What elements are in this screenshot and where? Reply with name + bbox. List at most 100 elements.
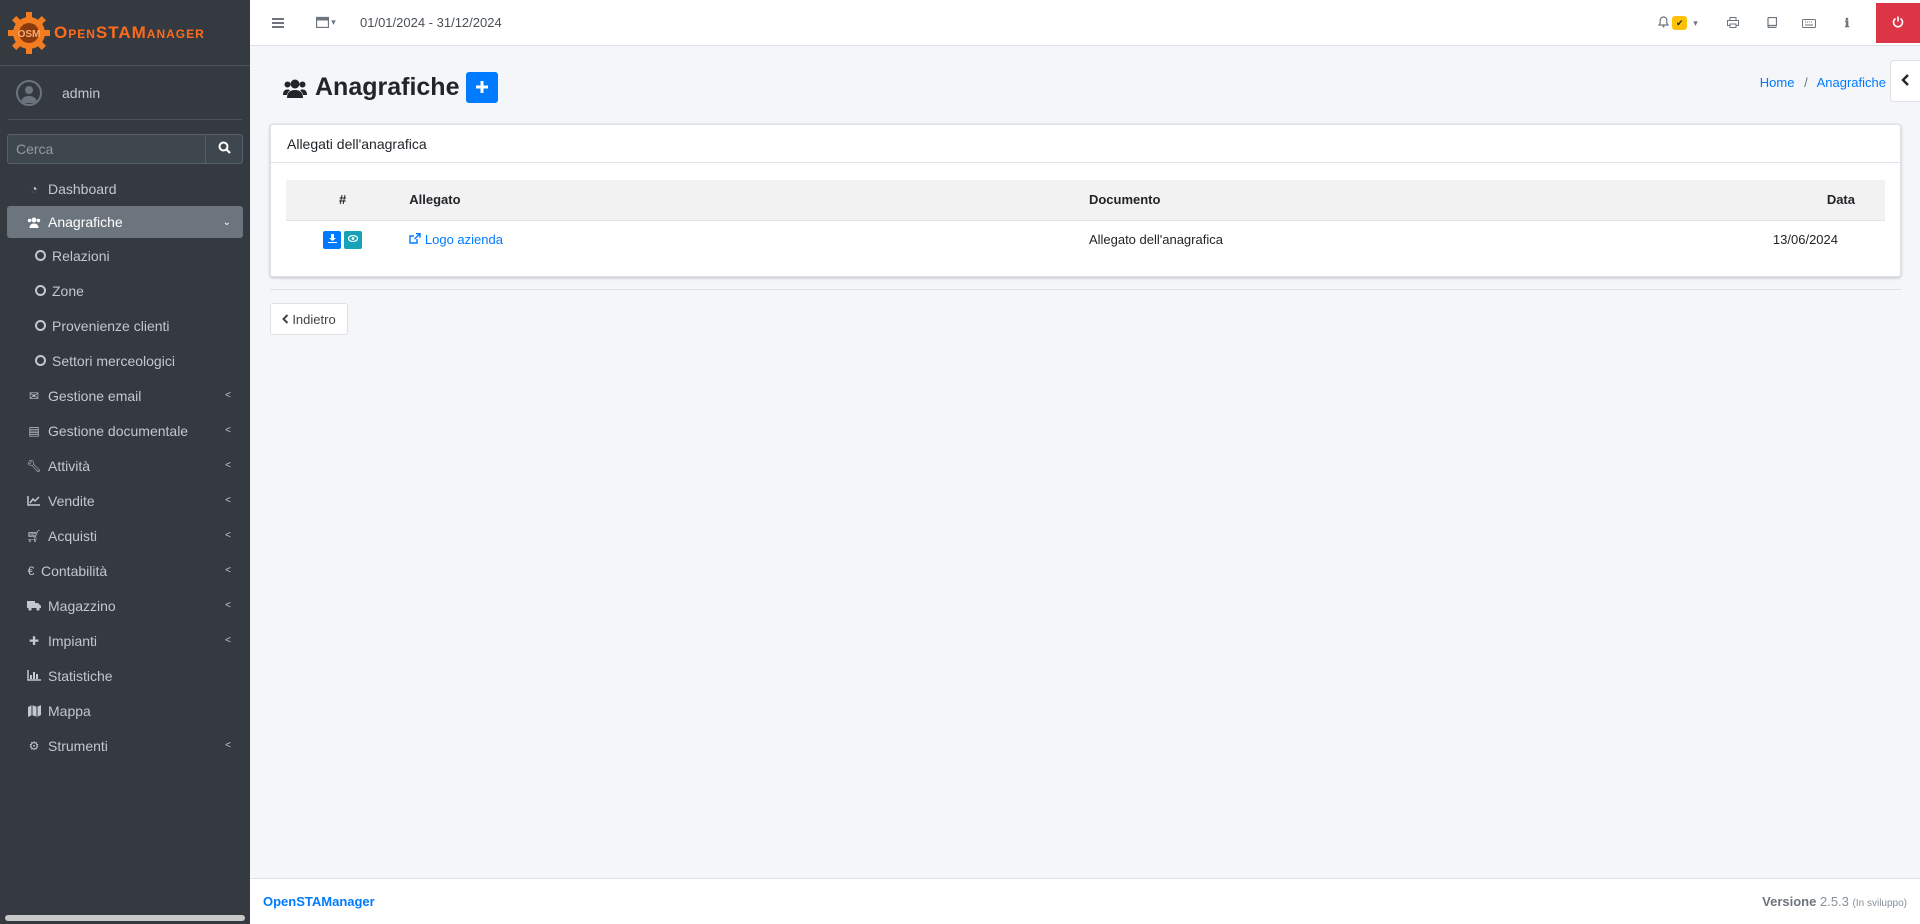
period-calendar-button[interactable]: ▾ <box>312 0 340 46</box>
shortcuts-button[interactable] <box>1790 0 1828 46</box>
card-title: Allegati dell'anagrafica <box>271 125 1900 163</box>
sidebar-item-settori-merceologici[interactable]: Settori merceologici <box>7 343 243 378</box>
circle-icon <box>35 355 46 366</box>
chevron-left-icon: < <box>225 635 231 646</box>
chevron-down-icon: ⌄ <box>222 216 231 228</box>
sidebar-item-vendite[interactable]: Vendite < <box>7 483 243 518</box>
column-header-allegato: Allegato <box>399 180 1079 221</box>
user-name: admin <box>62 84 101 101</box>
sidebar-item-gestione-email[interactable]: ✉ Gestione email < <box>7 378 243 413</box>
sidebar-item-magazzino[interactable]: Magazzino < <box>7 588 243 623</box>
map-icon <box>27 704 41 717</box>
chevron-left-icon: < <box>225 600 231 611</box>
sidebar: OSM OpenSTAManager admin ◔Dashboard Anag… <box>0 0 250 924</box>
footer-brand-link[interactable]: OpenSTAManager <box>263 894 375 909</box>
guide-button[interactable] <box>1752 0 1790 46</box>
row-allegato: Logo azienda <box>399 220 1079 259</box>
breadcrumb-separator: / <box>1804 75 1808 90</box>
sidebar-item-contabilita[interactable]: € Contabilità < <box>7 553 243 588</box>
attachments-card: Allegati dell'anagrafica # Allegato Docu… <box>270 124 1901 277</box>
row-documento: Allegato dell'anagrafica <box>1088 232 1223 248</box>
circle-icon <box>35 320 46 331</box>
sidebar-scrollbar[interactable] <box>5 915 245 921</box>
preview-button[interactable] <box>344 230 363 249</box>
divider <box>270 289 1901 290</box>
chevron-left-icon: < <box>225 530 231 541</box>
breadcrumb: Home / Anagrafiche <box>1760 75 1886 90</box>
gear-logo-icon: OSM <box>6 10 52 56</box>
breadcrumb-current[interactable]: Anagrafiche <box>1817 75 1886 90</box>
circle-icon <box>35 250 46 261</box>
chevron-left-icon <box>1901 73 1910 89</box>
version-note: (In sviluppo) <box>1852 898 1907 909</box>
attachment-link[interactable]: Logo azienda <box>409 232 503 247</box>
attachments-table: # Allegato Documento Data Logo azienda A… <box>286 180 1885 259</box>
puzzle-icon: ✚ <box>28 633 40 648</box>
plus-icon <box>476 76 489 99</box>
search-button[interactable] <box>206 134 243 164</box>
logout-button[interactable] <box>1876 3 1920 43</box>
external-link-icon <box>409 232 425 247</box>
column-header-index: # <box>286 180 400 221</box>
dashboard-icon: ◔ <box>30 181 38 196</box>
brand[interactable]: OSM OpenSTAManager <box>0 0 250 66</box>
chevron-left-icon: < <box>225 495 231 506</box>
period-range[interactable]: 01/01/2024 - 31/12/2024 <box>360 15 502 30</box>
bar-chart-icon <box>27 670 41 681</box>
sidebar-item-zone[interactable]: Zone <box>7 273 243 308</box>
topbar-actions: ✔ ▾ ℹ <box>1652 0 1920 46</box>
search-icon <box>218 141 231 157</box>
check-badge-icon: ✔ <box>1672 16 1688 30</box>
control-sidebar-toggle[interactable] <box>1890 60 1920 102</box>
sidebar-item-attivita[interactable]: 🔧︎ Attività < <box>7 448 243 483</box>
info-button[interactable]: ℹ <box>1828 0 1866 46</box>
sidebar-item-acquisti[interactable]: 🛒︎ Acquisti < <box>7 518 243 553</box>
table-row: Logo azienda Allegato dell'anagrafica 13… <box>286 220 1885 259</box>
search-input[interactable] <box>7 134 206 164</box>
version-label: Versione <box>1762 894 1817 909</box>
add-button[interactable] <box>466 72 499 103</box>
print-icon <box>1727 15 1739 31</box>
top-navbar: ▾ 01/01/2024 - 31/12/2024 ✔ ▾ ℹ <box>250 0 1920 46</box>
envelope-icon: ✉ <box>28 388 40 403</box>
user-avatar-icon <box>16 79 42 106</box>
euro-icon: € <box>27 563 35 578</box>
back-button-label: Indietro <box>292 311 336 327</box>
chevron-left-icon: < <box>225 565 231 576</box>
user-panel[interactable]: admin <box>8 66 242 120</box>
footer: OpenSTAManager Versione 2.5.3 (In svilup… <box>250 878 1920 924</box>
sidebar-search <box>7 134 243 164</box>
sidebar-item-relazioni[interactable]: Relazioni <box>7 238 243 273</box>
sidebar-item-anagrafiche[interactable]: Anagrafiche ⌄ <box>7 206 243 238</box>
sidebar-item-strumenti[interactable]: ⚙ Strumenti < <box>7 728 243 763</box>
notifications-button[interactable]: ✔ ▾ <box>1652 0 1704 46</box>
caret-down-icon: ▾ <box>331 17 336 27</box>
chevron-left-icon <box>282 312 289 327</box>
calendar-icon <box>316 15 330 31</box>
download-button[interactable] <box>323 230 342 249</box>
sidebar-item-gestione-documentale[interactable]: ▤ Gestione documentale < <box>7 413 243 448</box>
menu-toggle-button[interactable] <box>266 0 290 46</box>
truck-icon <box>27 600 41 611</box>
back-button[interactable]: Indietro <box>270 303 348 335</box>
bell-icon <box>1658 15 1670 31</box>
footer-version: Versione 2.5.3 (In sviluppo) <box>1762 894 1907 909</box>
users-icon <box>283 78 307 98</box>
sidebar-item-provenienze-clienti[interactable]: Provenienze clienti <box>7 308 243 343</box>
download-icon <box>327 233 337 246</box>
column-header-documento: Documento <box>1078 180 1763 221</box>
brand-name: OpenSTAManager <box>54 22 205 42</box>
sidebar-item-mappa[interactable]: Mappa <box>7 693 243 728</box>
svg-text:OSM: OSM <box>18 29 41 40</box>
breadcrumb-home[interactable]: Home <box>1760 75 1795 90</box>
print-button[interactable] <box>1714 0 1752 46</box>
row-data: 13/06/2024 <box>1772 232 1838 248</box>
sidebar-item-dashboard[interactable]: ◔ Dashboard <box>7 171 243 206</box>
keyboard-icon <box>1802 15 1816 31</box>
version-number: 2.5.3 <box>1819 894 1849 909</box>
sidebar-item-impianti[interactable]: ✚ Impianti < <box>7 623 243 658</box>
sidebar-item-statistiche[interactable]: Statistiche <box>7 658 243 693</box>
chevron-left-icon: < <box>225 390 231 401</box>
sidebar-nav: ◔ Dashboard Anagrafiche ⌄ Relazioni Zone P… <box>0 171 250 763</box>
chevron-left-icon: < <box>225 740 231 751</box>
